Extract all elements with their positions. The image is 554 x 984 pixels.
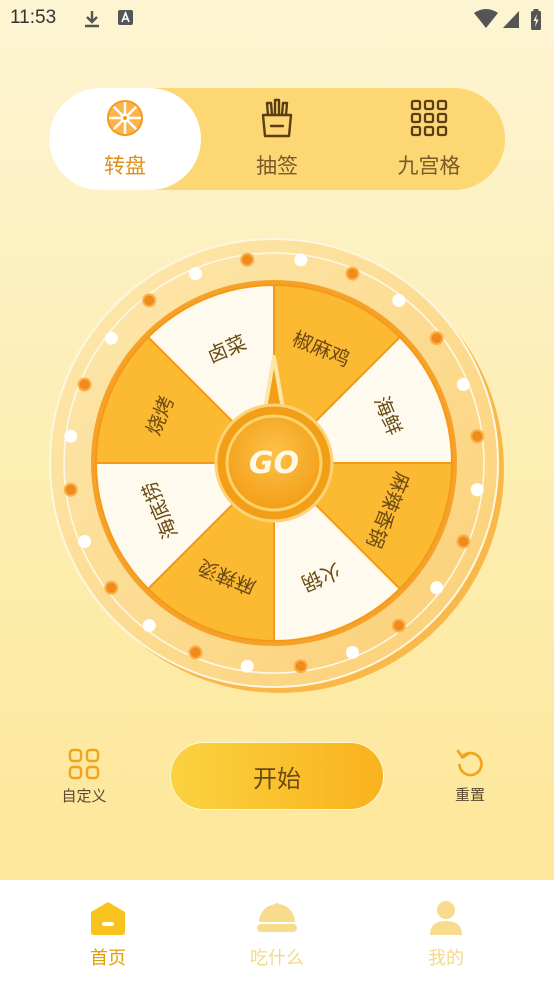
- reset-label: 重置: [454, 787, 485, 804]
- status-bar: 11:53: [0, 0, 554, 38]
- wheel-rim-light: [470, 483, 484, 497]
- wifi-icon: [474, 9, 498, 28]
- wheel-rim-light: [104, 331, 118, 345]
- wheel-rim-light: [104, 580, 119, 595]
- tab-label: 九宫格: [397, 154, 461, 178]
- nav-home[interactable]: 首页: [16, 880, 200, 984]
- wheel-rim-light: [430, 581, 444, 595]
- grid-four-icon: [68, 748, 100, 780]
- nav-label: 首页: [90, 948, 126, 969]
- wheel-rim-light: [142, 619, 156, 633]
- nav-what-to-eat[interactable]: 吃什么: [185, 880, 369, 984]
- wheel-rim-light: [345, 266, 360, 281]
- wheel-graphic: 椒麻鸡海鲜麻辣香锅火锅麻辣烫海底捞烧烤卤菜 GO: [49, 238, 504, 693]
- wheel-rim-light: [345, 645, 359, 659]
- tab-nine-grid[interactable]: 九宫格: [353, 88, 505, 190]
- wheel-rim-light: [429, 331, 444, 346]
- profile-icon: [430, 901, 462, 935]
- wheel-rim-light: [456, 534, 471, 549]
- wheel-rim-light: [294, 253, 308, 267]
- go-button-label: GO: [249, 446, 299, 481]
- reset-icon: [456, 749, 483, 777]
- wheel-icon: [107, 100, 143, 136]
- wheel-rim-light: [64, 429, 78, 443]
- keyboard-a-icon: [118, 10, 133, 25]
- wheel-rim-light: [456, 378, 470, 392]
- battery-icon: [531, 9, 541, 30]
- prize-wheel[interactable]: 椒麻鸡 海鲜 麻辣香锅 火锅 麻辣烫 海底捞 烧烤 卤菜 GO: [48, 237, 504, 693]
- bottom-nav: 首页 吃什么 我的: [0, 880, 554, 984]
- wheel-rim-light: [470, 429, 485, 444]
- wheel-rim-light: [293, 659, 308, 674]
- wheel-rim-light: [240, 659, 254, 673]
- lottery-sticks-icon: [261, 98, 293, 138]
- customize-label: 自定义: [61, 788, 107, 805]
- tab-lottery[interactable]: 抽签: [201, 88, 353, 190]
- wheel-rim-light: [391, 618, 406, 633]
- wheel-rim-light: [188, 645, 203, 660]
- grid-nine-icon: [410, 99, 448, 137]
- mode-tabs: 转盘 抽签 九宫格: [49, 88, 505, 190]
- tab-wheel[interactable]: 转盘: [49, 88, 201, 190]
- start-button[interactable]: 开始: [170, 742, 384, 810]
- wheel-rim-light: [392, 293, 406, 307]
- wheel-rim-light: [240, 252, 255, 267]
- signal-icon: [503, 11, 519, 28]
- download-icon: [85, 11, 99, 28]
- tab-label: 转盘: [104, 154, 146, 178]
- status-time: 11:53: [10, 7, 57, 28]
- food-cover-icon: [257, 903, 297, 932]
- customize-button[interactable]: 自定义: [56, 748, 112, 808]
- wheel-rim-light: [77, 377, 92, 392]
- wheel-rim-light: [78, 534, 92, 548]
- nav-label: 我的: [428, 948, 464, 969]
- tab-label: 抽签: [256, 154, 298, 178]
- home-icon: [91, 902, 125, 935]
- wheel-rim-light: [142, 293, 157, 308]
- wheel-rim-light: [189, 267, 203, 281]
- nav-label: 吃什么: [250, 948, 304, 969]
- wheel-rim-light: [63, 482, 78, 497]
- reset-button[interactable]: 重置: [448, 748, 492, 808]
- nav-profile[interactable]: 我的: [354, 880, 538, 984]
